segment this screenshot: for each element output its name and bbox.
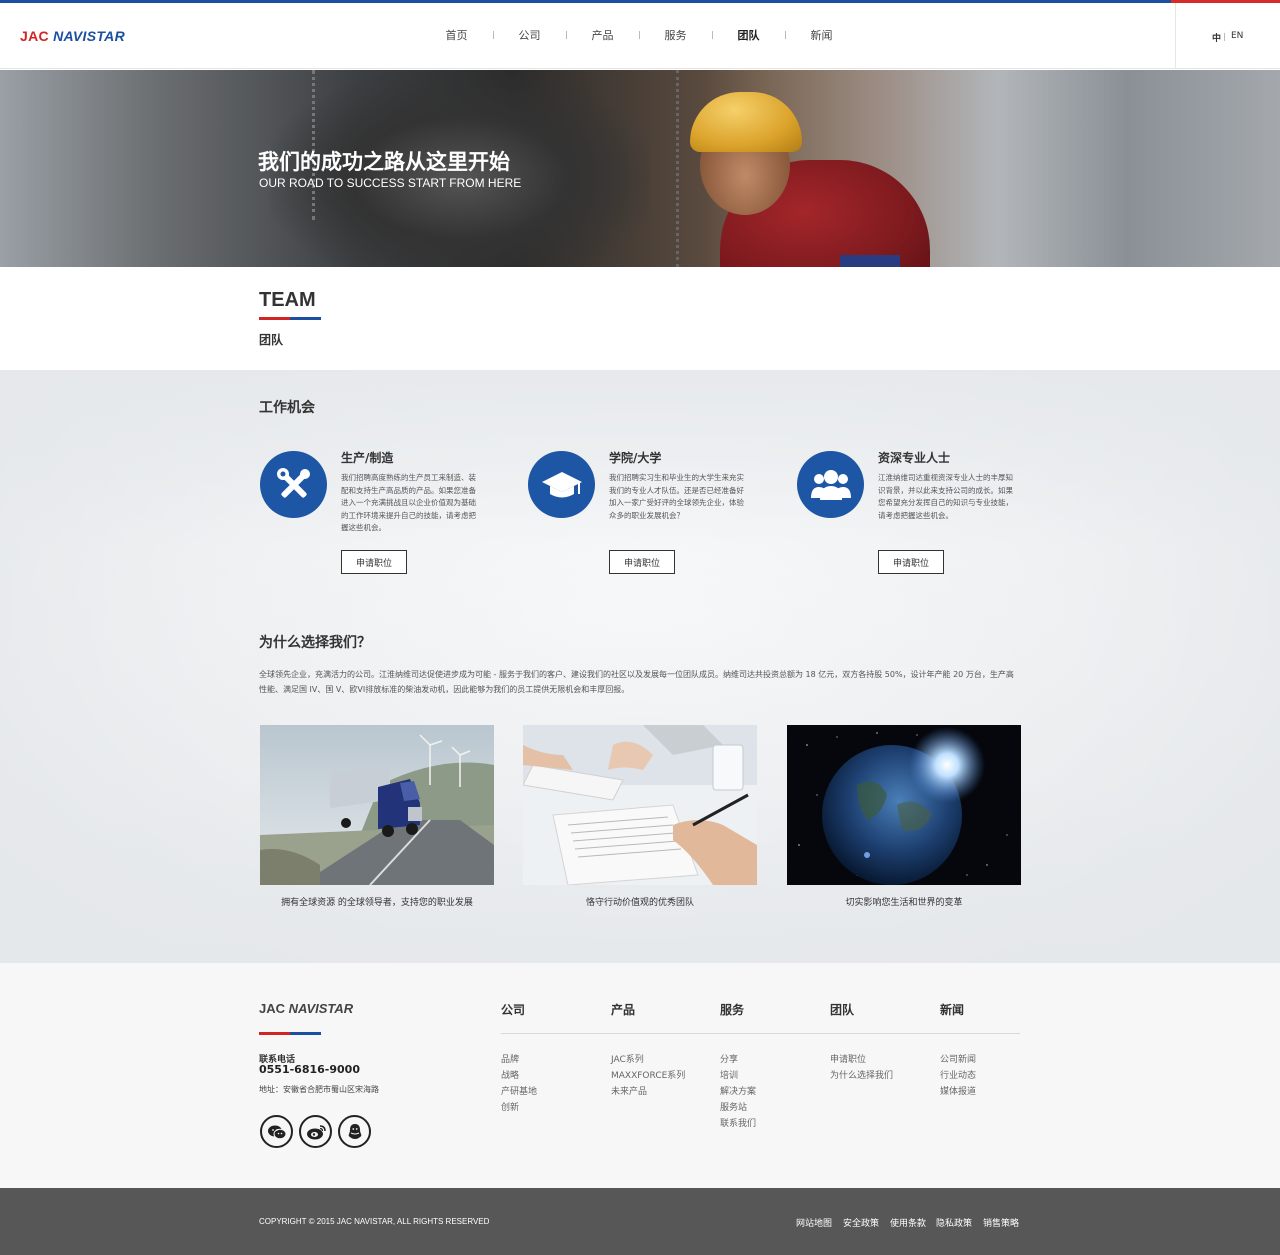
footer-link[interactable]: 行业动态: [940, 1068, 976, 1081]
hero-helmet: [690, 92, 802, 152]
footer-link[interactable]: 申请职位: [830, 1052, 866, 1065]
footer-link[interactable]: 战略: [501, 1068, 519, 1081]
nav-products[interactable]: 产品: [566, 27, 639, 43]
team-subtitle: 团队: [259, 333, 284, 347]
footer-logo[interactable]: JAC NAVISTAR: [259, 1001, 353, 1016]
meeting-photo[interactable]: [523, 725, 757, 885]
footer-link[interactable]: 联系我们: [720, 1116, 756, 1129]
logo-navistar: NAVISTAR: [53, 28, 126, 44]
hero-machine-part: [840, 255, 900, 267]
footer-link[interactable]: 服务站: [720, 1100, 747, 1113]
footer-logo-jac: JAC: [259, 1001, 286, 1016]
footer-link[interactable]: 解决方案: [720, 1084, 756, 1097]
nav-home[interactable]: 首页: [420, 27, 493, 43]
hero-subtitle: OUR ROAD TO SUCCESS START FROM HERE: [259, 176, 522, 190]
earth-photo[interactable]: [787, 725, 1021, 885]
wechat-icon[interactable]: [260, 1115, 293, 1148]
phone-number: 0551-6816-9000: [259, 1063, 360, 1076]
footer-link[interactable]: 公司新闻: [940, 1052, 976, 1065]
content-section: 工作机会 生产/制造 我们招聘高度熟练的生产员工来制造、装配和支持生产高品质的产…: [0, 370, 1280, 963]
job-description: 我们招聘高度熟练的生产员工来制造、装配和支持生产高品质的产品。如果您准备进入一个…: [341, 473, 476, 532]
hero-chain: [676, 70, 694, 267]
bottom-link-privacy[interactable]: 隐私政策: [936, 1216, 972, 1229]
site-footer: JAC NAVISTAR 联系电话 0551-6816-9000 地址：安徽省合…: [0, 963, 1280, 1188]
nav-team[interactable]: 团队: [712, 27, 785, 43]
lang-divider: [1224, 33, 1225, 41]
footer-link[interactable]: MAXXFORCE系列: [611, 1068, 685, 1081]
footer-col-team-title: 团队: [830, 1003, 855, 1017]
main-nav: 首页 公司 产品 服务 团队 新闻: [420, 27, 858, 43]
nav-service[interactable]: 服务: [639, 27, 712, 43]
bottom-bar: COPYRIGHT © 2015 JAC NAVISTAR, ALL RIGHT…: [0, 1188, 1280, 1255]
address: 地址：安徽省合肥市蜀山区宋海路: [259, 1085, 379, 1094]
footer-col-products-title: 产品: [611, 1003, 636, 1017]
copyright: COPYRIGHT © 2015 JAC NAVISTAR, ALL RIGHT…: [259, 1217, 490, 1226]
team-title: TEAM: [259, 289, 316, 311]
photo-caption: 恪守行动价值观的优秀团队: [585, 898, 694, 908]
footer-col-service-title: 服务: [720, 1003, 745, 1017]
nav-company[interactable]: 公司: [493, 27, 566, 43]
footer-col-company-title: 公司: [501, 1003, 526, 1017]
graduation-cap-icon: [528, 451, 595, 518]
bottom-link-sitemap[interactable]: 网站地图: [796, 1216, 832, 1229]
truck-photo[interactable]: [260, 725, 494, 885]
apply-button[interactable]: 申请职位: [341, 550, 407, 574]
job-title: 资深专业人士: [878, 451, 951, 465]
qq-icon[interactable]: [338, 1115, 371, 1148]
job-description: 我们招聘实习生和毕业生的大学生来充实我们的专业人才队伍。还是否已经准备好加入一家…: [609, 473, 744, 520]
job-title: 学院/大学: [609, 451, 662, 465]
bottom-link-security[interactable]: 安全政策: [843, 1216, 879, 1229]
apply-button[interactable]: 申请职位: [609, 550, 675, 574]
photo-caption: 切实影响您生活和世界的变革: [845, 898, 963, 908]
people-icon: [797, 451, 864, 518]
footer-logo-navistar: NAVISTAR: [288, 1001, 354, 1016]
weibo-icon[interactable]: [299, 1115, 332, 1148]
job-title: 生产/制造: [341, 451, 394, 465]
language-switcher: 中 EN: [1175, 3, 1280, 69]
lang-zh[interactable]: 中: [1212, 31, 1221, 44]
why-section-title: 为什么选择我们？: [259, 635, 371, 651]
footer-link[interactable]: JAC系列: [611, 1052, 644, 1065]
hero-title: 我们的成功之路从这里开始: [258, 150, 510, 174]
tools-icon: [260, 451, 327, 518]
footer-col-news-title: 新闻: [940, 1003, 965, 1017]
site-header: JAC NAVISTAR 首页 公司 产品 服务 团队 新闻 中 EN: [0, 3, 1280, 69]
bottom-link-terms[interactable]: 使用条款: [890, 1216, 926, 1229]
lang-en[interactable]: EN: [1231, 31, 1243, 41]
jobs-section-title: 工作机会: [259, 400, 315, 416]
footer-link[interactable]: 培训: [720, 1068, 738, 1081]
job-description: 江淮纳维司达重视资深专业人士的丰厚知识背景，并以此来支持公司的成长。如果您希望充…: [878, 473, 1013, 520]
footer-link[interactable]: 产研基地: [501, 1084, 537, 1097]
logo[interactable]: JAC NAVISTAR: [20, 28, 125, 44]
hero-banner: [0, 70, 1280, 267]
nav-news[interactable]: 新闻: [785, 27, 858, 43]
footer-divider: [501, 1033, 1020, 1034]
footer-link[interactable]: 品牌: [501, 1052, 519, 1065]
footer-link[interactable]: 媒体报道: [940, 1084, 976, 1097]
apply-button[interactable]: 申请职位: [878, 550, 944, 574]
bottom-link-sales[interactable]: 销售策略: [983, 1216, 1019, 1229]
hero-chain: [312, 70, 330, 220]
footer-link[interactable]: 创新: [501, 1100, 519, 1113]
why-description: 全球领先企业，充满活力的公司。江淮纳维司达促使进步成为可能 - 服务于我们的客户…: [259, 670, 1014, 694]
photo-caption: 拥有全球资源 的全球领导者，支持您的职业发展: [281, 898, 473, 908]
footer-logo-underline: [259, 1032, 321, 1035]
footer-link[interactable]: 分享: [720, 1052, 738, 1065]
page: JAC NAVISTAR 首页 公司 产品 服务 团队 新闻 中 EN 我们的成…: [0, 0, 1280, 1255]
logo-jac: JAC: [20, 28, 49, 44]
footer-link[interactable]: 为什么选择我们: [830, 1068, 893, 1081]
team-title-underline: [259, 317, 321, 320]
footer-link[interactable]: 未来产品: [611, 1084, 647, 1097]
